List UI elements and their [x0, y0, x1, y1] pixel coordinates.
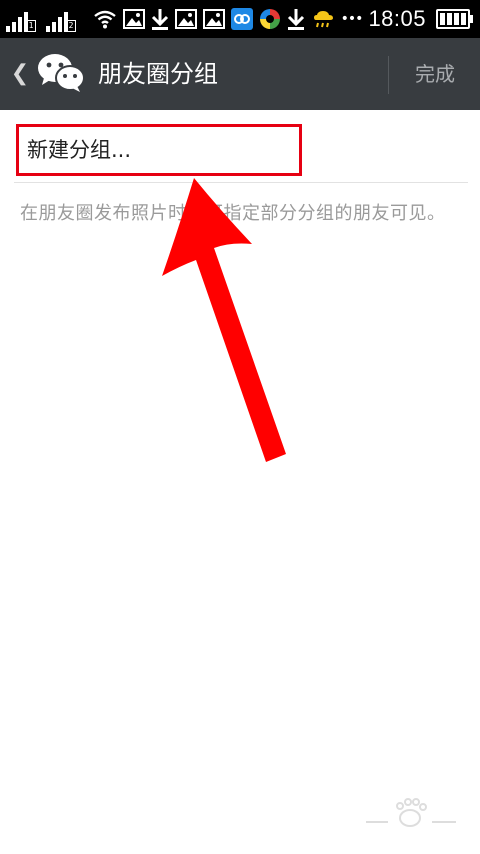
image-icon: [122, 9, 145, 29]
status-clock: 18:05: [368, 6, 426, 31]
sim2-tag: 2: [66, 20, 76, 32]
battery-icon: [436, 9, 473, 29]
new-group-item[interactable]: 新建分组...: [16, 124, 302, 176]
baidu-watermark-icon: [366, 798, 456, 827]
image-icon: [202, 9, 225, 29]
signal-icon: 1: [6, 10, 36, 32]
app-icon: [259, 9, 280, 29]
status-right: ••• 18:05: [93, 4, 473, 34]
back-button[interactable]: ❮: [8, 58, 32, 90]
sim1-tag: 1: [26, 20, 36, 32]
status-left: 1 2: [6, 6, 76, 32]
wifi-icon: [93, 10, 116, 29]
new-group-label: 新建分组...: [27, 138, 132, 162]
annotation-arrow-icon: [162, 178, 286, 462]
status-bar: 1 2 ••• 18:05: [0, 0, 480, 38]
image-icon: [174, 9, 197, 29]
weather-icon: [313, 11, 333, 28]
more-icon: •••: [340, 11, 364, 27]
signal-icon: 2: [46, 10, 76, 32]
title-divider: [388, 56, 389, 94]
download-icon: [151, 9, 168, 30]
download-icon: [287, 9, 304, 30]
page-title: 朋友圈分组: [98, 60, 218, 88]
wechat-icon: [38, 54, 85, 92]
done-button[interactable]: 完成: [400, 58, 470, 90]
qq-icon: [230, 8, 253, 30]
title-bar: ❮ 朋友圈分组 完成: [0, 38, 480, 110]
